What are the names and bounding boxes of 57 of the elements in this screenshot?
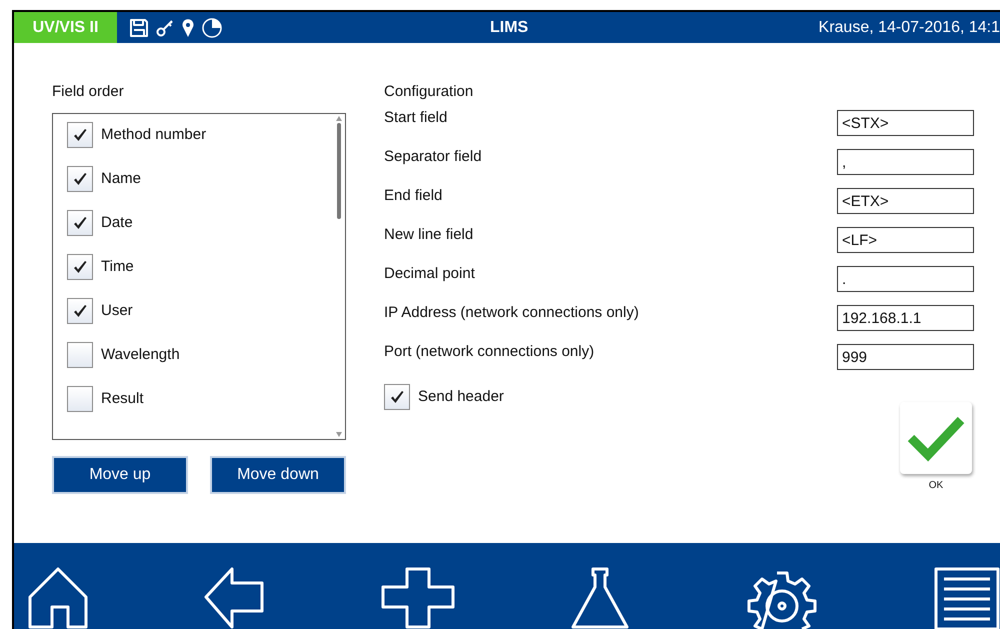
checkmark-icon [72,303,88,319]
back-arrow-icon[interactable] [204,567,264,629]
list-item[interactable]: User [67,298,333,324]
checkmark-icon [389,389,405,405]
ok-label: OK [928,479,944,493]
section-title: Field order [52,82,125,101]
checkbox[interactable] [67,298,93,324]
input-field[interactable]: <STX> [837,110,974,136]
checkbox[interactable] [67,254,93,280]
list-item[interactable]: Result [67,386,333,412]
list-icon[interactable] [934,567,1000,629]
flask-icon[interactable] [571,567,630,629]
pie-chart-icon [201,16,223,38]
ok-button[interactable] [900,402,972,474]
field-label: Port (network connections only) [384,342,594,362]
list-item[interactable]: Wavelength [67,342,333,368]
field-label: IP Address (network connections only) [384,303,639,323]
checkmark-icon [72,215,88,231]
checkmark-icon [72,259,88,275]
field-label: New line field [384,225,474,245]
section-title: Configuration [384,82,474,101]
input-field[interactable]: . [837,266,974,292]
device-label: UV/VIS II [14,12,117,43]
checkbox[interactable] [67,122,93,148]
input-field[interactable]: <LF> [837,227,974,253]
input-field[interactable]: , [837,149,974,175]
home-icon[interactable] [28,567,88,629]
checkmark-icon [907,414,965,462]
list-item[interactable]: Method number [67,122,333,148]
move-button[interactable]: Move down [210,456,346,494]
checkbox[interactable] [67,386,93,412]
scrollbar[interactable] [333,114,345,439]
list-item[interactable]: Name [67,166,333,192]
user-datetime: Krause, 14-07-2016, 14:1 [818,18,1000,38]
screen-title: LIMS [490,18,528,38]
plus-icon[interactable] [380,567,455,629]
scroll-down-arrow-icon[interactable] [336,432,342,437]
field-label: Start field [384,108,448,128]
scroll-up-arrow-icon[interactable] [336,116,342,121]
field-label: Separator field [384,147,482,167]
checkbox-label: Send header [418,386,504,407]
checkmark-icon [72,171,88,187]
input-field[interactable]: 999 [837,344,974,370]
checkbox[interactable] [384,384,410,410]
checkmark-icon [72,127,88,143]
move-button[interactable]: Move up [52,456,188,494]
list-item[interactable]: Time [67,254,333,280]
list-item[interactable]: Date [67,210,333,236]
key-icon [155,18,175,38]
field-label: End field [384,186,442,206]
checkbox[interactable] [67,342,93,368]
location-pin-icon [181,18,195,38]
input-field[interactable]: 192.168.1.1 [837,305,974,331]
checkbox[interactable] [67,210,93,236]
checkbox[interactable] [67,166,93,192]
input-field[interactable]: <ETX> [837,188,974,214]
field-label: Decimal point [384,264,475,284]
